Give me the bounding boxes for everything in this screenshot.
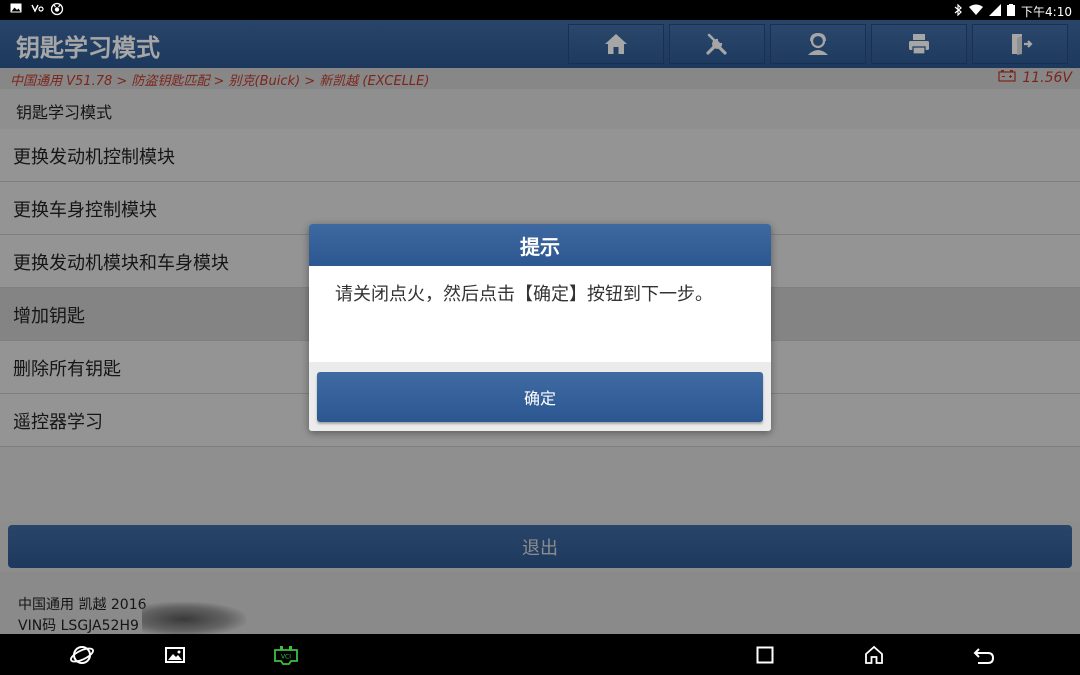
- ok-button[interactable]: 确定: [317, 372, 763, 422]
- clock: 下午4:10: [1021, 5, 1072, 19]
- gallery-icon[interactable]: [163, 643, 187, 667]
- dialog-footer: 确定: [309, 362, 771, 431]
- usb-debug-icon: [50, 2, 64, 16]
- vci-icon[interactable]: VCI: [272, 643, 300, 667]
- signal-icon: [989, 4, 1002, 19]
- prompt-dialog: 提示 请关闭点火，然后点击【确定】按钮到下一步。 确定: [309, 224, 771, 431]
- back-icon[interactable]: [972, 643, 996, 667]
- status-bar: 下午4:10: [0, 0, 1080, 20]
- dialog-message: 请关闭点火，然后点击【确定】按钮到下一步。: [335, 284, 713, 305]
- dialog-title: 提示: [309, 224, 771, 266]
- svg-text:VCI: VCI: [281, 654, 291, 661]
- system-nav-bar: VCI: [0, 634, 1080, 675]
- bluetooth-icon: [953, 3, 963, 19]
- home-nav-icon[interactable]: [862, 643, 886, 667]
- battery-icon: [1007, 4, 1016, 19]
- browser-icon[interactable]: [70, 643, 94, 667]
- recents-icon[interactable]: [753, 643, 777, 667]
- image-icon: [10, 2, 22, 14]
- wifi-icon: [969, 4, 984, 19]
- voicemail-icon: [30, 2, 44, 14]
